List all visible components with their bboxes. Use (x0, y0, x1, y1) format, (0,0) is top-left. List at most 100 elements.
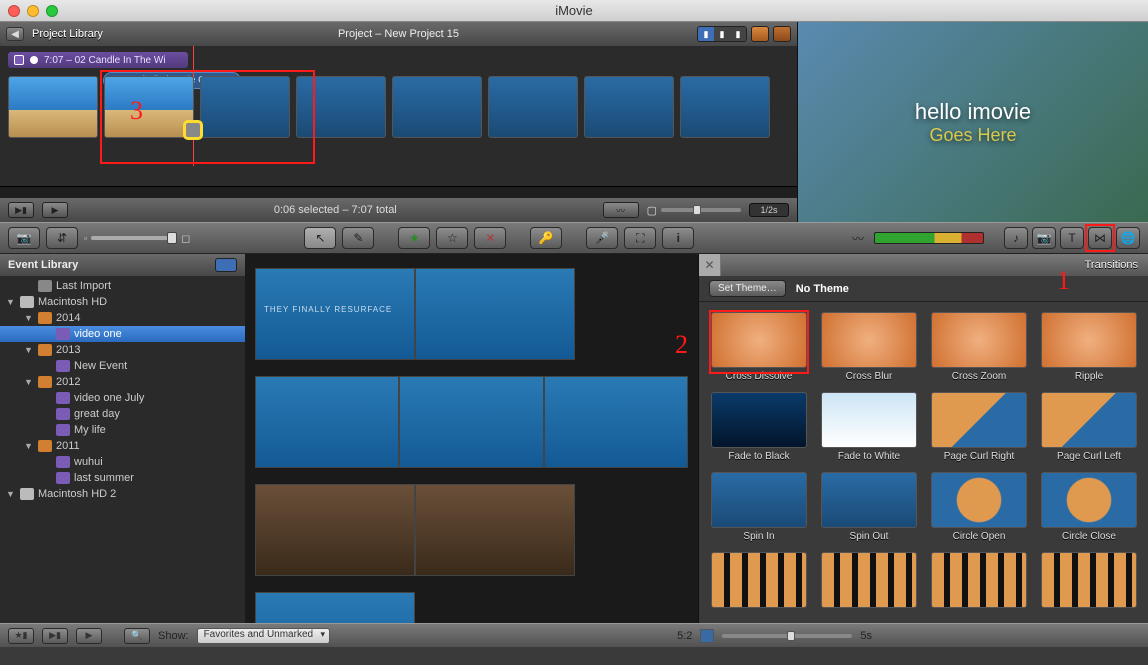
transition-label: Fade to Black (711, 451, 807, 462)
event-tree-item[interactable]: video one (0, 326, 245, 342)
transition-item[interactable]: Spin Out (821, 472, 917, 542)
search-button[interactable]: 🔍 (124, 628, 150, 644)
annotation-box-1 (1085, 224, 1115, 252)
close-window-button[interactable] (8, 5, 20, 17)
video-clip-strip[interactable]: 0:14 – hello imovie Goes… 3 (8, 76, 789, 138)
event-clip-thumbnail[interactable] (544, 376, 688, 468)
event-clip-thumbnail[interactable] (415, 268, 575, 360)
event-tree[interactable]: Last Import▼Macintosh HD▼2014video one▼2… (0, 276, 245, 623)
unmark-button[interactable]: ☆ (436, 227, 468, 249)
transition-item[interactable]: Cross Zoom (931, 312, 1027, 382)
event-clip-thumbnail[interactable]: THEY FINALLY RESURFACE (255, 268, 415, 360)
zoom-window-button[interactable] (46, 5, 58, 17)
transition-item[interactable] (1041, 552, 1137, 611)
clip-thumbnail[interactable] (488, 76, 578, 138)
keyword-filter-button[interactable]: ★▮ (8, 628, 34, 644)
crop-button[interactable]: ⛶ (624, 227, 656, 249)
project-library-label[interactable]: Project Library (32, 28, 103, 40)
comment-marker-button[interactable] (751, 26, 769, 42)
transitions-tab-label[interactable]: Transitions (1075, 259, 1148, 271)
event-clip-thumbnail[interactable] (255, 484, 415, 576)
slider-min-icon: ▢ (647, 204, 657, 217)
thumbnail-size-slider[interactable]: ▢ (647, 204, 741, 217)
swap-panes-button[interactable]: ⇵ (46, 227, 78, 249)
close-panel-button[interactable]: ✕ (699, 254, 721, 276)
clip-thumbnail[interactable] (680, 76, 770, 138)
event-tree-item[interactable]: last summer (0, 470, 245, 486)
show-filter-select[interactable]: Favorites and Unmarked (197, 628, 331, 644)
transition-item[interactable]: Fade to White (821, 392, 917, 462)
play-button[interactable]: ▶ (42, 202, 68, 218)
transition-item[interactable]: Spin In (711, 472, 807, 542)
cal-icon (38, 312, 52, 324)
reject-button[interactable]: ✕ (474, 227, 506, 249)
minimize-window-button[interactable] (27, 5, 39, 17)
event-clip-thumbnail[interactable] (399, 376, 543, 468)
event-tree-item[interactable]: ▼Macintosh HD (0, 294, 245, 310)
favorite-button[interactable]: ★ (398, 227, 430, 249)
transition-item[interactable]: Page Curl Right (931, 392, 1027, 462)
play-fullscreen-button[interactable]: ▶▮ (42, 628, 68, 644)
event-view-toggle[interactable] (215, 258, 237, 272)
zoom-level[interactable]: 1/2s (749, 203, 789, 217)
titles-browser-button[interactable]: T (1060, 227, 1084, 249)
transition-item[interactable] (711, 552, 807, 611)
event-tree-item[interactable]: My life (0, 422, 245, 438)
transition-item[interactable]: Circle Open (931, 472, 1027, 542)
clip-thumbnail[interactable] (584, 76, 674, 138)
project-timeline[interactable]: 7:07 – 02 Candle In The Wi 0:14 – hello … (0, 46, 797, 186)
event-clip-thumbnail[interactable] (255, 592, 415, 623)
transition-item[interactable]: Page Curl Left (1041, 392, 1137, 462)
timeline-scrollbar[interactable] (0, 186, 797, 198)
film-icon (38, 280, 52, 292)
transition-item[interactable] (931, 552, 1027, 611)
event-tree-item[interactable]: ▼2013 (0, 342, 245, 358)
event-item-label: 2013 (56, 344, 80, 356)
maps-browser-button[interactable]: 🌐 (1116, 227, 1140, 249)
chapter-marker-button[interactable] (773, 26, 791, 42)
keyword-button[interactable]: 🔑 (530, 227, 562, 249)
transition-item[interactable]: Cross Blur (821, 312, 917, 382)
transitions-grid[interactable]: Cross DissolveCross BlurCross ZoomRipple… (699, 302, 1148, 623)
clip-caption: THEY FINALLY RESURFACE (264, 305, 392, 314)
edit-tool-button[interactable]: ✎ (342, 227, 374, 249)
thumbnail-duration-slider[interactable] (722, 634, 852, 638)
event-tree-item[interactable]: New Event (0, 358, 245, 374)
play-selection-button[interactable]: ▶ (76, 628, 102, 644)
event-tree-item[interactable]: wuhui (0, 454, 245, 470)
photo-browser-button[interactable]: 📷 (1032, 227, 1056, 249)
event-tree-item[interactable]: video one July (0, 390, 245, 406)
voiceover-button[interactable]: 🎤 (586, 227, 618, 249)
transition-item[interactable] (821, 552, 917, 611)
transition-item[interactable]: Circle Close (1041, 472, 1137, 542)
frame-size-slider[interactable]: ▫◻ (84, 232, 190, 245)
event-clip-thumbnail[interactable] (415, 484, 575, 576)
music-browser-button[interactable]: ♪ (1004, 227, 1028, 249)
event-tree-item[interactable]: ▼Macintosh HD 2 (0, 486, 245, 502)
transition-item[interactable]: Ripple (1041, 312, 1137, 382)
event-tree-item[interactable]: ▼2014 (0, 310, 245, 326)
clip-thumbnail[interactable] (392, 76, 482, 138)
event-clip-thumbnail[interactable] (255, 376, 399, 468)
transition-item[interactable]: Fade to Black (711, 392, 807, 462)
audio-track-clip[interactable]: 7:07 – 02 Candle In The Wi (8, 52, 188, 68)
duration-mid: 5:2 (677, 630, 692, 642)
event-tree-item[interactable]: great day (0, 406, 245, 422)
clip-thumbnail[interactable] (8, 76, 98, 138)
view-mode-segmented[interactable]: ▮▮▮ (697, 26, 747, 42)
waveform-toggle-button[interactable]: 〰 (603, 202, 639, 218)
preview-viewer[interactable]: hello imovie Goes Here (798, 22, 1148, 222)
event-tree-item[interactable]: Last Import (0, 278, 245, 294)
app-title: iMovie (555, 3, 593, 18)
play-from-start-button[interactable]: ▶▮ (8, 202, 34, 218)
arrow-tool-button[interactable]: ↖ (304, 227, 336, 249)
set-theme-button[interactable]: Set Theme… (709, 280, 786, 297)
inspector-button[interactable]: i (662, 227, 694, 249)
back-to-library-button[interactable]: ◀ (6, 27, 24, 41)
event-clip-browser[interactable]: THEY FINALLY RESURFACE (245, 254, 698, 623)
transition-label: Ripple (1041, 371, 1137, 382)
event-tree-item[interactable]: ▼2012 (0, 374, 245, 390)
event-tree-item[interactable]: ▼2011 (0, 438, 245, 454)
transitions-browser-button[interactable]: ⋈ (1088, 227, 1112, 249)
import-camera-button[interactable]: 📷 (8, 227, 40, 249)
